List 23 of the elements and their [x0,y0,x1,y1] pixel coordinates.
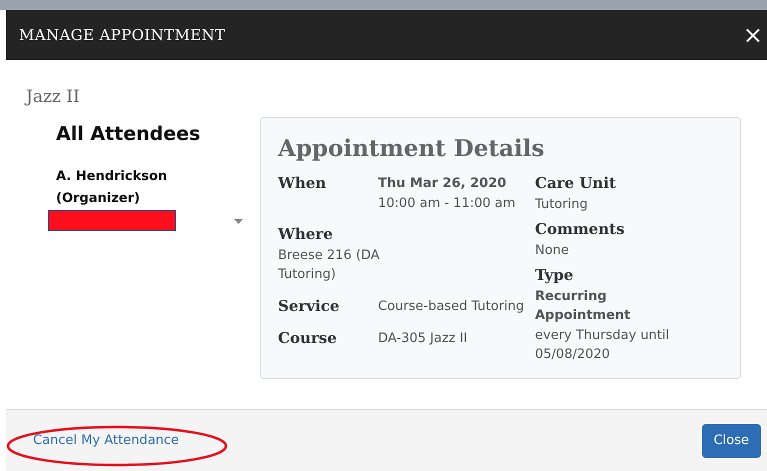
dialog-title: MANAGE APPOINTMENT [19,24,226,46]
subject-title: Jazz II [26,86,81,109]
detail-value: Thu Mar 26, 2020 [378,175,508,193]
detail-value: Breese 216 (DA Tutoring) [278,246,381,284]
detail-value: None [535,242,570,260]
detail-value: every Thursday until 05/08/2020 [535,326,670,364]
detail-label: Comments [535,219,626,240]
detail-label: Course [278,328,338,349]
detail-label: Care Unit [535,173,617,194]
detail-label: When [278,173,328,194]
attendee-name: A. Hendrickson [56,168,168,186]
detail-label: Type [535,265,574,286]
detail-label: Where [278,224,334,245]
attendee-role: (Organizer) [56,190,141,208]
detail-value: Tutoring [535,196,589,214]
caret-icon [234,219,243,224]
details-title: Appointment Details [278,134,546,164]
close-button[interactable]: Close [702,424,761,458]
detail-label: Service [278,296,340,316]
attendees-heading: All Attendees [56,122,202,146]
detail-value: DA-305 Jazz II [378,330,468,348]
detail-value: Course-based Tutoring [378,298,524,316]
detail-value: 10:00 am - 11:00 am [378,194,516,212]
